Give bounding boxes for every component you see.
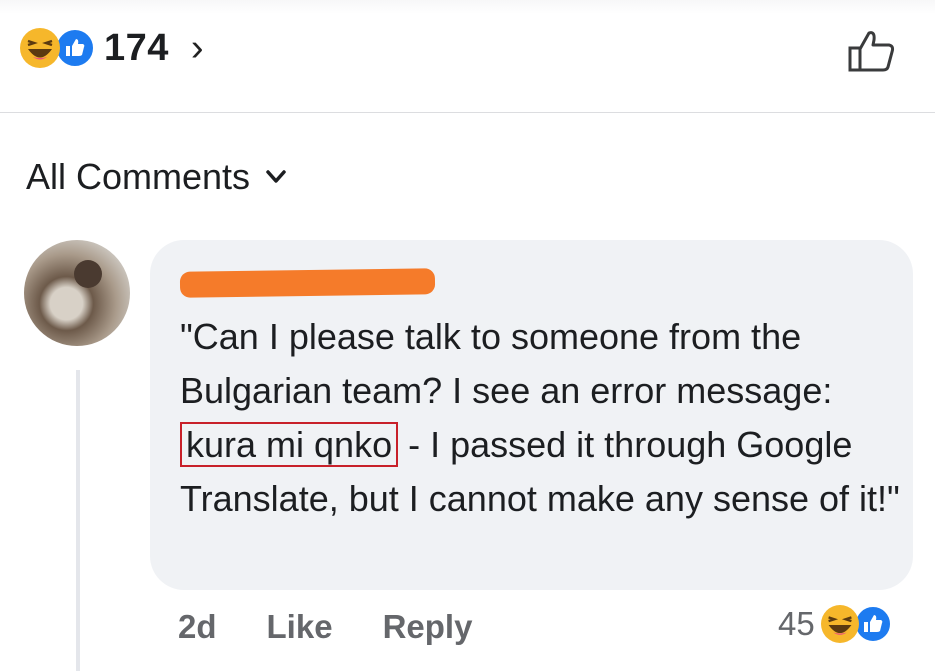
comment-text-before: "Can I please talk to someone from the B… [180,316,833,411]
like-reaction-icon [852,604,893,644]
comment-actions: 2d Like Reply [178,608,472,646]
comment-like-button[interactable]: Like [267,608,333,646]
haha-reaction-icon [820,605,859,643]
post-reaction-bar: 174 › [0,0,935,113]
post-reaction-count[interactable]: 174 [104,27,169,70]
comment-reply-button[interactable]: Reply [383,608,473,646]
commenter-avatar[interactable] [24,240,130,346]
comments-filter-dropdown[interactable]: All Comments [26,156,286,198]
redacted-commenter-name [179,268,436,298]
chevron-down-icon [266,170,286,183]
comment-text: "Can I please talk to someone from the B… [180,310,900,526]
comment-timestamp[interactable]: 2d [178,608,217,646]
comment-bubble: "Can I please talk to someone from the B… [150,240,913,590]
chevron-right-icon[interactable]: › [191,27,204,70]
comment-reactions[interactable]: 45 [778,604,893,644]
like-reaction-icon [54,27,96,69]
like-button[interactable] [847,28,897,79]
comment-reaction-count: 45 [778,605,815,642]
comments-filter-label: All Comments [26,156,251,197]
haha-reaction-icon [20,28,60,68]
thumbs-up-icon [848,31,895,72]
highlighted-error-text: kura mi qnko [180,422,399,467]
post-reactions[interactable]: 174 › [20,26,204,70]
thread-line [76,370,80,671]
